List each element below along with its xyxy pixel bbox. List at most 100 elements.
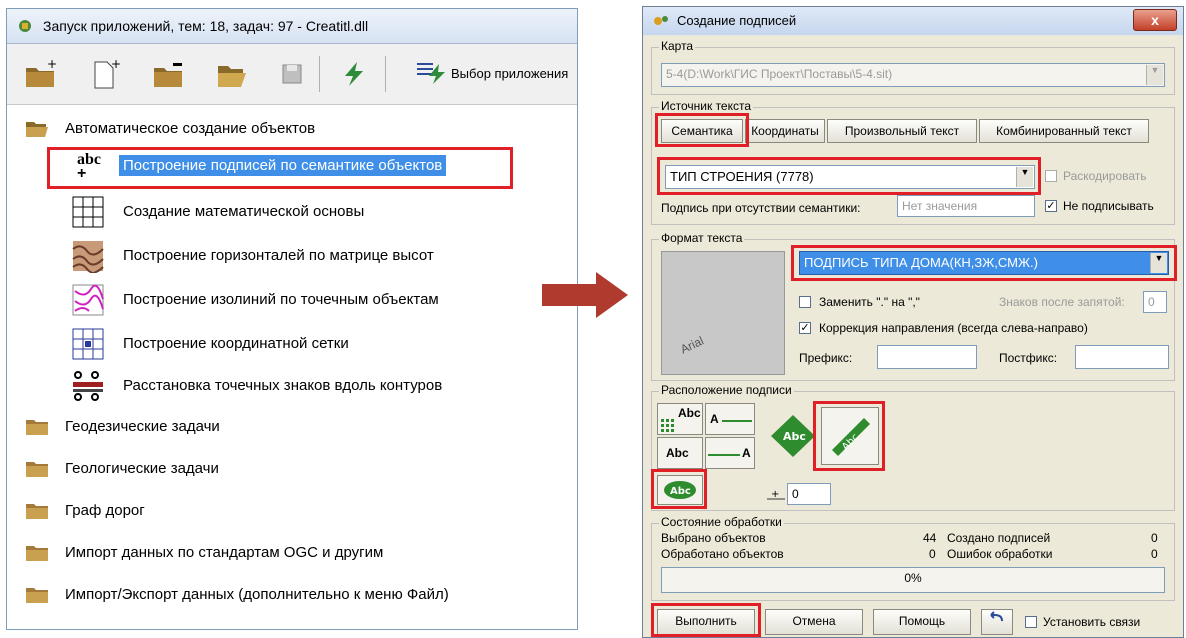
diamond-label-icon: Abc (771, 415, 815, 457)
app-icon (19, 20, 31, 32)
direction-checkbox[interactable]: ✓ (799, 322, 811, 334)
tree-group-label: Автоматическое создание объектов (65, 120, 316, 137)
decimals-label: Знаков после запятой: (999, 295, 1125, 309)
svg-text:+: + (47, 58, 57, 71)
isoline-icon (72, 284, 104, 316)
grid-icon (72, 196, 104, 228)
highlight-box (47, 147, 513, 189)
lightning-icon[interactable] (337, 58, 371, 90)
tree-item-label: Построение изолиний по точечным объектам (123, 291, 439, 308)
link-label: Установить связи (1043, 615, 1141, 629)
text-format-legend: Формат текста (659, 231, 745, 245)
prefix-input[interactable] (877, 345, 977, 369)
prefix-label: Префикс: (799, 351, 853, 365)
created-label: Создано подписей (947, 531, 1051, 545)
highlight-box (813, 401, 885, 471)
font-preview: Arial (661, 251, 785, 375)
toolbar-separator (319, 56, 320, 92)
svg-text:Abc: Abc (783, 430, 806, 443)
folder-icon (26, 462, 48, 477)
svg-text:+: + (771, 489, 779, 500)
cancel-button[interactable]: Отмена (765, 609, 863, 635)
map-legend: Карта (659, 39, 696, 53)
help-button[interactable]: Помощь (873, 609, 971, 635)
task-tree: Автоматическое создание объектов abc + По… (7, 105, 577, 625)
tree-group-label: Импорт/Экспорт данных (дополнительно к м… (65, 586, 449, 603)
tree-item-label: Построение горизонталей по матрице высот (123, 247, 434, 264)
undo-button[interactable] (981, 609, 1013, 635)
window-title: Запуск приложений, тем: 18, задач: 97 - … (43, 18, 369, 34)
folder-icon (26, 588, 48, 603)
chevron-down-icon: ▼ (1146, 65, 1163, 85)
new-folder-icon[interactable]: + (23, 58, 57, 90)
right-arrow-icon (542, 272, 628, 318)
tab-combined-text[interactable]: Комбинированный текст (979, 119, 1149, 143)
close-button[interactable]: x (1133, 9, 1177, 31)
font-preview-label: Arial (678, 333, 706, 357)
progress-text: 0% (904, 571, 922, 585)
select-app-label: Выбор приложения (451, 66, 569, 81)
folder-icon (26, 546, 48, 561)
replace-checkbox[interactable] (799, 296, 811, 308)
missing-semantic-input[interactable]: Нет значения (897, 195, 1035, 217)
placement-middle-button[interactable]: Abc (657, 437, 703, 469)
toolbar-separator (385, 56, 386, 92)
tab-free-text[interactable]: Произвольный текст (827, 119, 977, 143)
placement-points-button[interactable]: Abc (657, 403, 703, 435)
postfix-input[interactable] (1075, 345, 1169, 369)
highlight-box (651, 469, 707, 509)
tab-coordinates[interactable]: Координаты (745, 119, 825, 143)
new-document-icon[interactable]: + (87, 58, 121, 90)
open-folder-icon[interactable] (215, 58, 249, 90)
save-icon[interactable] (275, 58, 309, 90)
tree-group-label: Геологические задачи (65, 460, 219, 477)
remove-folder-icon[interactable] (151, 58, 185, 90)
errors-value: 0 (1151, 547, 1158, 561)
postfix-label: Постфикс: (999, 351, 1058, 365)
select-app-icon (417, 63, 445, 84)
offset-icon: + (767, 489, 785, 500)
tree-group-label: Граф дорог (65, 502, 145, 519)
highlight-box (655, 113, 749, 147)
tree-item-label: Расстановка точечных знаков вдоль контур… (123, 377, 443, 394)
coord-grid-icon (72, 328, 104, 360)
title-bar: Запуск приложений, тем: 18, задач: 97 - … (7, 9, 577, 44)
toolbar: + + Выбор приложения (7, 44, 577, 105)
placement-diamond-button[interactable]: Abc (769, 413, 817, 459)
tree-group-label: Импорт данных по стандартам OGC и другим (65, 544, 384, 561)
decimals-input[interactable]: 0 (1143, 291, 1167, 313)
line-symbols-icon (73, 371, 103, 401)
line-icon (708, 454, 740, 456)
placement-end-button[interactable]: A (705, 437, 755, 469)
decode-checkbox[interactable] (1045, 170, 1057, 182)
link-checkbox[interactable] (1025, 616, 1037, 628)
decode-label: Раскодировать (1063, 169, 1147, 183)
tree-group-label: Геодезические задачи (65, 418, 220, 435)
tree-item-label: Построение координатной сетки (123, 335, 349, 352)
contour-icon (72, 241, 104, 273)
errors-label: Ошибок обработки (947, 547, 1053, 561)
dialog-title: Создание подписей (677, 13, 797, 28)
progress-bar: 0% (661, 567, 1165, 593)
processed-value: 0 (929, 547, 936, 561)
offset-input[interactable]: 0 (787, 483, 831, 505)
map-select[interactable]: 5-4(D:\Work\ГИС Проект\Поставы\5-4.sit) ▼ (661, 63, 1165, 87)
undo-icon (990, 611, 1003, 622)
no-sign-checkbox[interactable]: ✓ (1045, 200, 1057, 212)
missing-semantic-label: Подпись при отсутствии семантики: (661, 201, 861, 215)
highlight-box (651, 603, 761, 637)
highlight-box (657, 157, 1041, 195)
line-icon (722, 420, 752, 422)
dialog-icon (654, 16, 668, 25)
open-folder-icon (26, 122, 48, 137)
dialog-title-bar: Создание подписей x (643, 7, 1183, 35)
direction-label: Коррекция направления (всегда слева-напр… (819, 321, 1088, 335)
highlight-box (791, 245, 1177, 281)
create-labels-dialog: Создание подписей x Карта 5-4(D:\Work\ГИ… (642, 6, 1184, 638)
placement-start-button[interactable]: A (705, 403, 755, 435)
select-app-button[interactable]: Выбор приложения (415, 58, 575, 90)
created-value: 0 (1151, 531, 1158, 545)
dot-grid-icon (661, 419, 674, 432)
placement-legend: Расположение подписи (659, 383, 794, 397)
processed-label: Обработано объектов (661, 547, 784, 561)
